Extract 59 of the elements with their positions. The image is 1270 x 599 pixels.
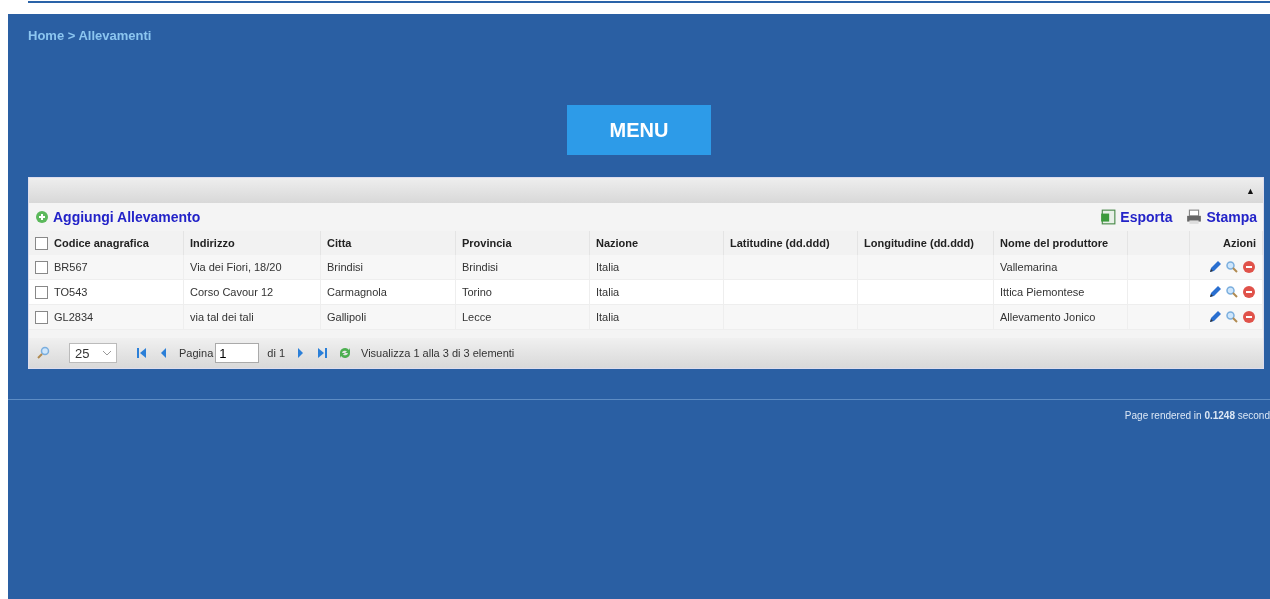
table-cell: Corso Cavour 12 [190, 286, 274, 298]
pencil-icon[interactable] [1208, 310, 1222, 325]
table-cell: Vallemarina [1000, 261, 1058, 273]
export-link[interactable]: Esporta [1100, 209, 1173, 225]
collapse-button[interactable]: ▲ [1246, 185, 1255, 196]
column-header: Latitudine (dd.ddd) [730, 237, 830, 249]
refresh-icon[interactable] [337, 346, 353, 360]
printer-icon[interactable] [1186, 209, 1203, 225]
print-link[interactable]: Stampa [1186, 209, 1257, 225]
magnifier-icon[interactable] [1225, 285, 1239, 300]
table-cell: Ittica Piemontese [1000, 286, 1085, 298]
table-cell: Brindisi [462, 261, 499, 273]
minus-circle-icon[interactable] [1242, 285, 1256, 300]
render-time-text: Page rendered in 0.1248 second [1124, 410, 1270, 421]
column-header: Nazione [596, 237, 639, 249]
table-cell: BR567 [54, 261, 88, 273]
table-cell: Carmagnola [327, 286, 387, 298]
magnifier-icon[interactable] [1225, 310, 1239, 325]
page-size-select[interactable]: 25 [69, 343, 117, 363]
column-header: Nome del produttore [1000, 237, 1109, 249]
magnifier-icon[interactable] [1225, 260, 1239, 275]
table-cell: TO543 [54, 286, 88, 298]
page-label: Pagina [179, 347, 214, 359]
first-page-icon[interactable] [135, 346, 149, 360]
spreadsheet-icon[interactable] [1100, 209, 1117, 225]
table-cell: Italia [596, 311, 620, 323]
page-input[interactable]: 1 [215, 343, 260, 363]
table-cell: Italia [596, 261, 620, 273]
minus-circle-icon[interactable] [1242, 310, 1256, 325]
minus-circle-icon[interactable] [1242, 260, 1256, 275]
plus-circle-icon[interactable] [35, 210, 49, 224]
last-page-icon[interactable] [315, 346, 329, 360]
caret-icon[interactable] [103, 350, 111, 356]
table-cell: Via dei Fiori, 18/20 [190, 261, 282, 273]
table-cell: Brindisi [327, 261, 364, 273]
column-header: Provincia [462, 237, 512, 249]
pencil-icon[interactable] [1208, 285, 1222, 300]
table-cell: Lecce [462, 311, 492, 323]
table-cell: Gallipoli [327, 311, 367, 323]
select-all-checkbox[interactable] [35, 236, 48, 250]
column-header: Azioni [1223, 237, 1256, 249]
table-cell: Allevamento Jonico [1000, 311, 1096, 323]
search-icon[interactable] [37, 346, 51, 360]
table-cell: GL2834 [54, 311, 94, 323]
row-checkbox[interactable] [35, 310, 48, 324]
column-header: Longitudine (dd.ddd) [864, 237, 974, 249]
breadcrumb[interactable]: Home > Allevamenti [28, 28, 152, 43]
row-checkbox[interactable] [35, 285, 48, 299]
pager-summary: Visualizza 1 alla 3 di 3 elementi [361, 347, 515, 359]
pencil-icon[interactable] [1208, 260, 1222, 275]
column-header: Indirizzo [190, 237, 235, 249]
column-header: Codice anagrafica [54, 237, 149, 249]
table-cell: via tal dei tali [190, 311, 254, 323]
table-cell: Italia [596, 286, 620, 298]
page-count: di 1 [267, 347, 285, 359]
table-cell: Torino [462, 286, 492, 298]
add-link[interactable]: Aggiungi Allevamento [35, 209, 201, 225]
column-header: Citta [327, 237, 352, 249]
row-checkbox[interactable] [35, 260, 48, 274]
